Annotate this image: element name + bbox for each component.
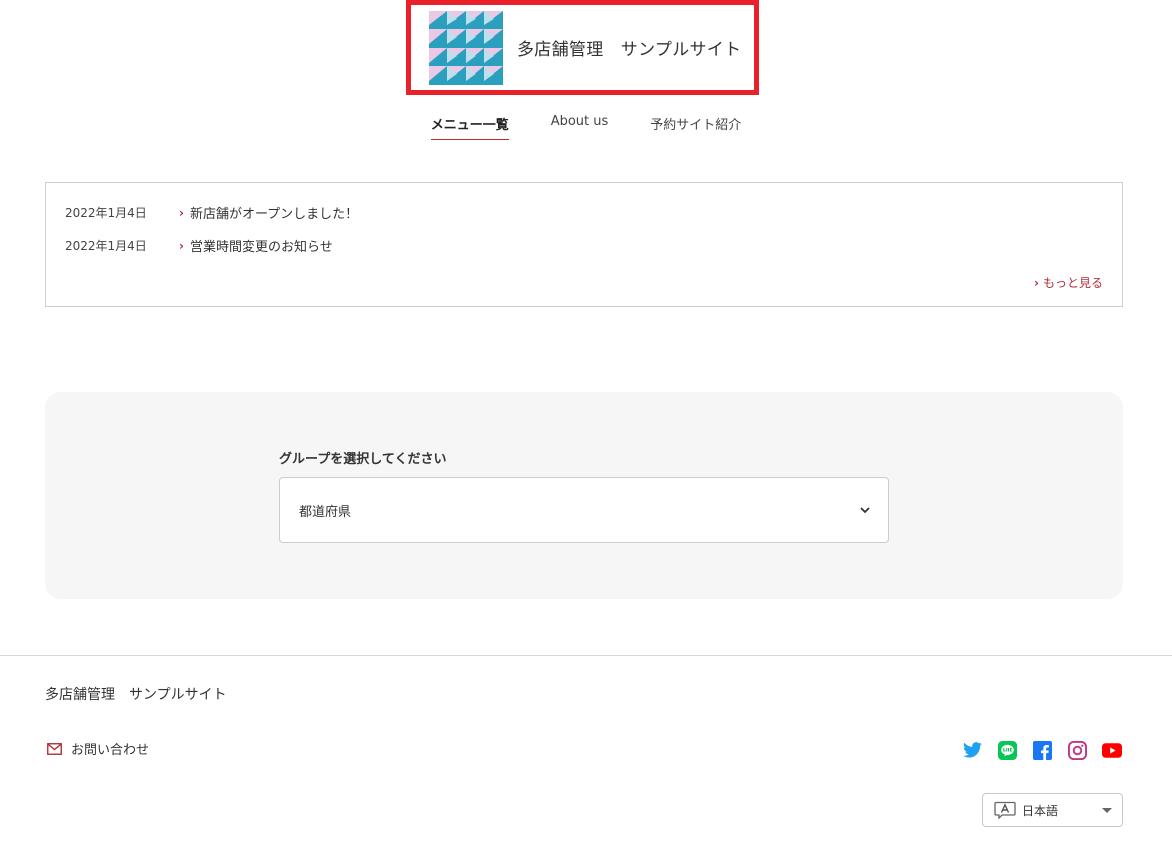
chevron-right-icon: › [1034,275,1039,290]
tab-reservation-intro[interactable]: 予約サイト紹介 [650,114,741,140]
group-select-dropdown[interactable]: 都道府県 [279,477,889,543]
contact-label: お問い合わせ [71,743,150,758]
main-nav: メニュー一覧 About us 予約サイト紹介 [0,114,1172,140]
group-select-panel: グループを選択してください 都道府県 [45,392,1123,599]
brand-header[interactable]: 多店舗管理 サンプルサイト [406,0,759,95]
more-news-label: もっと見る [1042,276,1103,290]
news-box: 2022年1月4日 › 新店舗がオープンしました！ 2022年1月4日 › 営業… [45,182,1123,307]
language-select[interactable]: 日本語 [982,793,1123,827]
instagram-icon[interactable] [1067,740,1087,760]
news-title[interactable]: 新店舗がオープンしました！ [190,203,358,222]
contact-link[interactable]: お問い合わせ [47,739,149,758]
tab-about-us[interactable]: About us [551,114,609,140]
chevron-right-icon: › [179,238,184,253]
group-select-label: グループを選択してください [279,452,447,467]
tab-menu-list[interactable]: メニュー一覧 [430,114,509,140]
site-logo [429,10,503,85]
facebook-icon[interactable] [1032,740,1052,760]
youtube-icon[interactable] [1102,740,1122,760]
twitter-icon[interactable] [962,740,982,760]
site-title: 多店舗管理 サンプルサイト [517,40,742,60]
news-date: 2022年1月4日 [65,206,147,220]
footer-divider [0,655,1172,656]
mail-icon [47,742,62,755]
footer-site-title: 多店舗管理 サンプルサイト [45,687,227,703]
chevron-down-icon [860,507,870,514]
news-item[interactable]: 2022年1月4日 › 営業時間変更のお知らせ [65,236,333,256]
social-links [962,740,1122,760]
chevron-right-icon: › [179,205,184,220]
news-date: 2022年1月4日 [65,239,147,253]
news-item[interactable]: 2022年1月4日 › 新店舗がオープンしました！ [65,203,358,223]
line-icon[interactable] [997,740,1017,760]
group-select-value: 都道府県 [299,504,352,520]
translate-icon [994,801,1016,819]
more-news-link[interactable]: › もっと見る [1034,274,1103,291]
news-title[interactable]: 営業時間変更のお知らせ [190,236,333,255]
language-value: 日本語 [1022,803,1059,818]
caret-down-icon [1102,807,1112,813]
